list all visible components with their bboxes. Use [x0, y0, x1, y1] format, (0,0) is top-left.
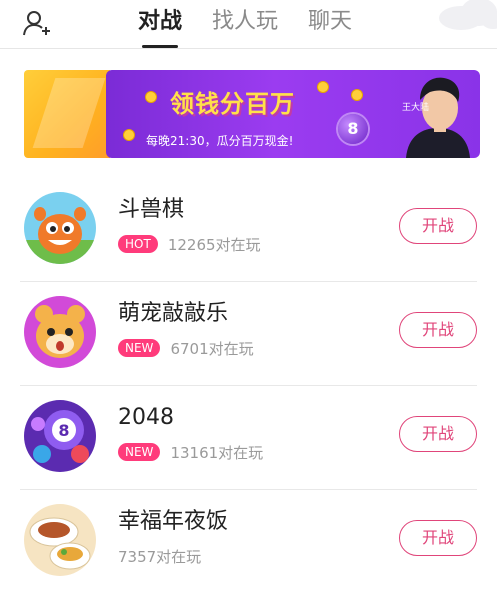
start-battle-button[interactable]: 开战 — [399, 208, 477, 244]
header-divider — [0, 48, 497, 49]
cloud-icon — [439, 0, 497, 30]
animal-chess-icon — [24, 192, 96, 264]
game-meta: HOT 12265对在玩 — [118, 234, 261, 254]
banner-subtitle: 每晚21:30，瓜分百万现金! — [146, 134, 294, 148]
svg-text:8: 8 — [58, 421, 69, 440]
top-bar: 对战 找人玩 聊天 — [0, 0, 497, 48]
host-name: 王大陆 — [402, 103, 430, 113]
tab-battle[interactable]: 对战 — [138, 8, 182, 48]
player-count: 12265对在玩 — [167, 235, 261, 254]
list-item[interactable]: 幸福年夜饭 7357对在玩 开战 — [0, 490, 497, 594]
start-battle-button[interactable]: 开战 — [399, 416, 477, 452]
host-portrait — [406, 77, 470, 158]
game-meta: NEW 6701对在玩 — [118, 338, 254, 358]
banner-ball: 8 — [338, 114, 368, 144]
promo-banner[interactable]: 领钱分百万 每晚21:30，瓜分百万现金! 8 王大陆 — [24, 70, 480, 158]
list-item[interactable]: 斗兽棋 HOT 12265对在玩 开战 — [0, 178, 497, 282]
list-item[interactable]: 8 2048 NEW 13161对在玩 开战 — [0, 386, 497, 490]
start-battle-button[interactable]: 开战 — [399, 312, 477, 348]
tab-bar: 对战 找人玩 聊天 — [138, 8, 382, 48]
tab-find-players[interactable]: 找人玩 — [212, 8, 278, 40]
game-meta: NEW 13161对在玩 — [118, 442, 263, 462]
start-battle-button[interactable]: 开战 — [399, 520, 477, 556]
add-user-icon[interactable] — [22, 8, 52, 38]
player-count: 6701对在玩 — [170, 339, 254, 358]
player-count: 7357对在玩 — [118, 547, 202, 566]
player-count: 13161对在玩 — [170, 443, 264, 462]
banner-title: 领钱分百万 — [170, 90, 295, 118]
list-item[interactable]: 萌宠敲敲乐 NEW 6701对在玩 开战 — [0, 282, 497, 386]
pet-tapping-icon — [24, 296, 96, 368]
banner-side-card[interactable] — [24, 70, 110, 158]
tab-chat[interactable]: 聊天 — [308, 8, 352, 40]
game-title: 萌宠敲敲乐 — [118, 301, 229, 326]
game-title: 幸福年夜饭 — [118, 509, 229, 534]
game-title: 2048 — [118, 405, 174, 430]
banner-main-card[interactable]: 领钱分百万 每晚21:30，瓜分百万现金! 8 王大陆 — [106, 70, 480, 158]
game-2048-icon: 8 — [24, 400, 96, 472]
new-year-dinner-icon — [24, 504, 96, 576]
game-title: 斗兽棋 — [118, 197, 185, 222]
game-meta: 7357对在玩 — [118, 546, 201, 566]
status-badge: NEW — [118, 443, 161, 461]
status-badge: NEW — [118, 339, 161, 357]
status-badge: HOT — [118, 235, 158, 253]
